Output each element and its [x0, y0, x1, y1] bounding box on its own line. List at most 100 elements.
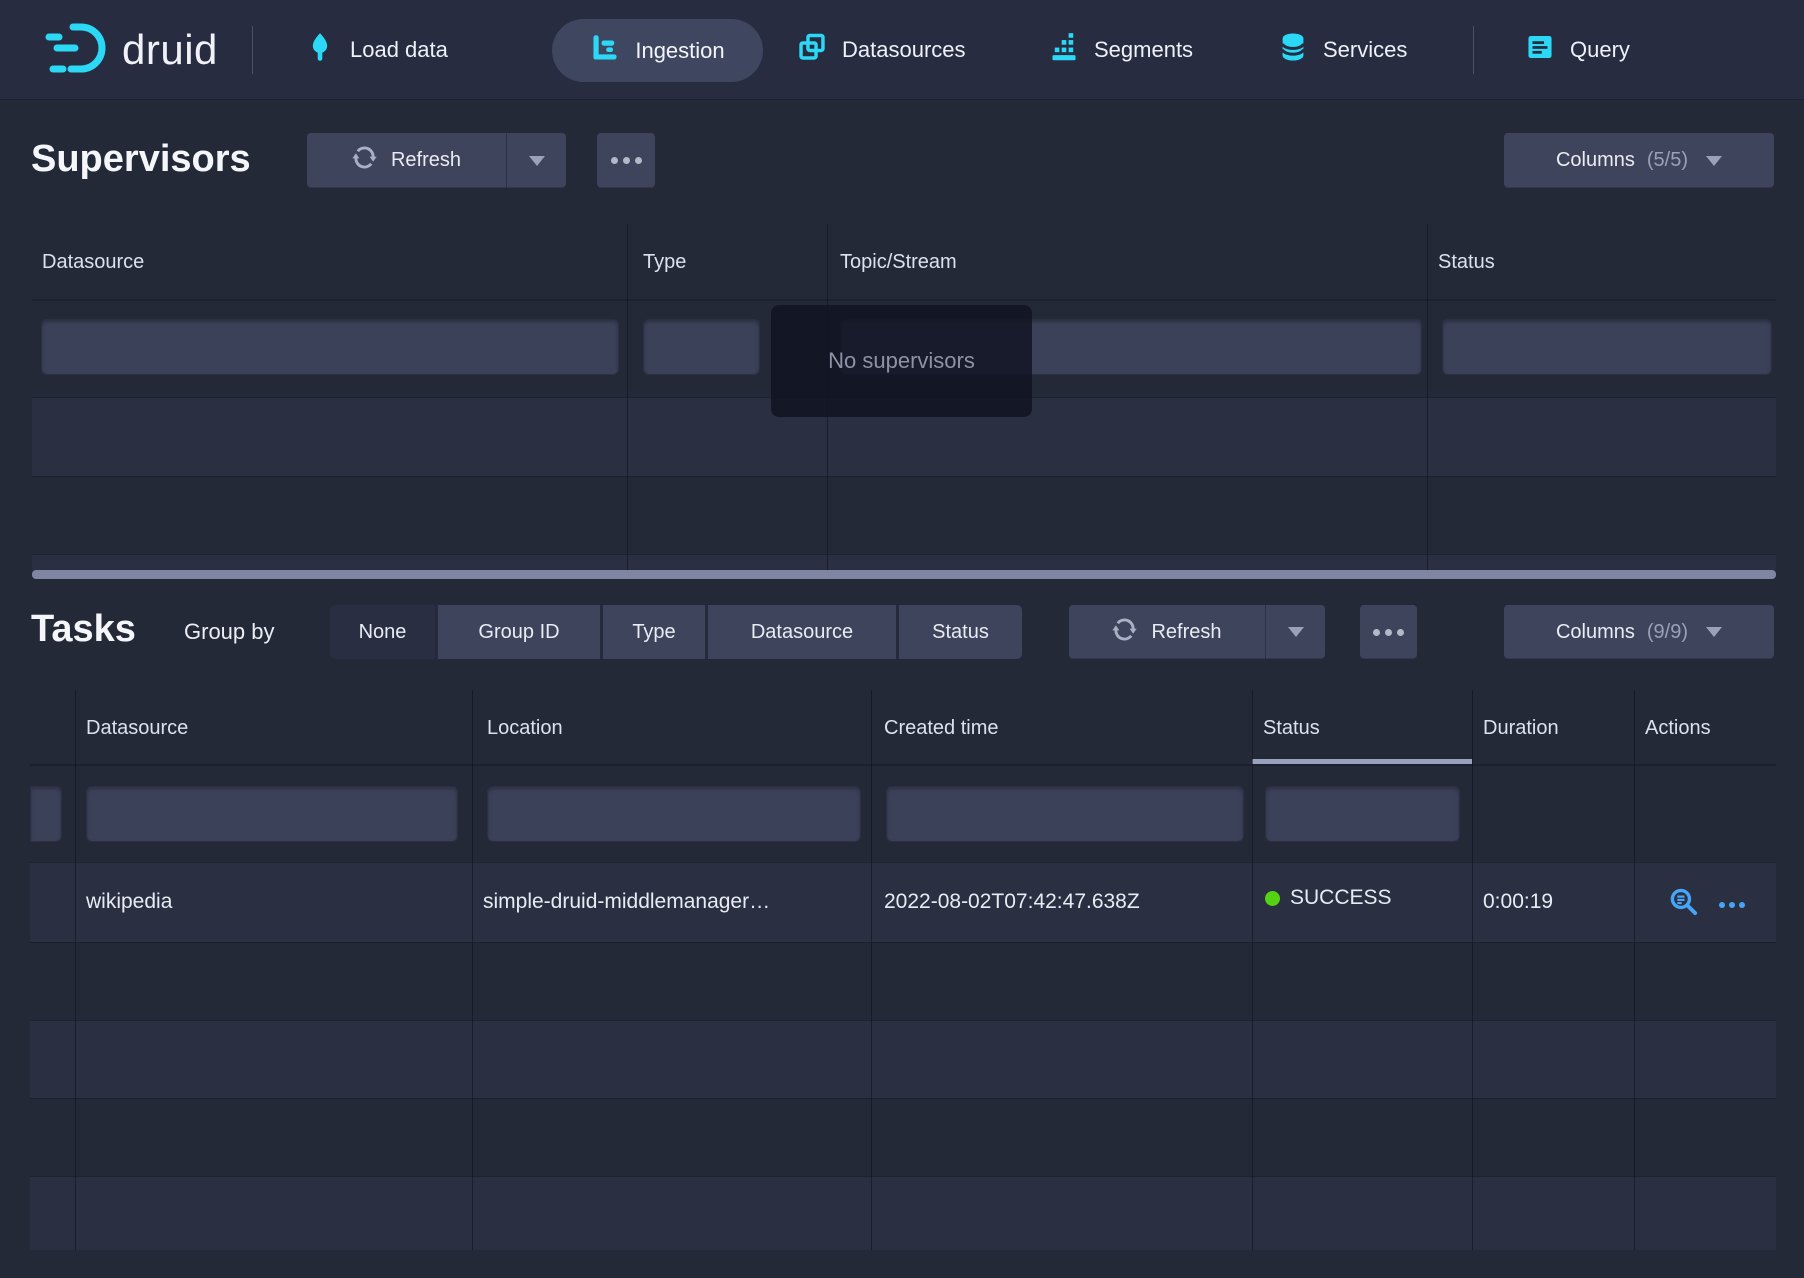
nav-item-datasources[interactable]: Datasources: [797, 0, 966, 100]
tasks-columns-button[interactable]: Columns (9/9): [1504, 605, 1774, 659]
brand-wordmark: druid: [122, 26, 218, 74]
row-divider: [30, 1176, 1776, 1177]
task-cell-duration[interactable]: 0:00:19: [1483, 890, 1553, 914]
chevron-down-icon: [1706, 156, 1722, 166]
supervisors-columns-button[interactable]: Columns (5/5): [1504, 133, 1774, 188]
no-supervisors-overlay: No supervisors: [771, 305, 1032, 417]
tasks-refresh-button[interactable]: Refresh: [1069, 605, 1265, 659]
table-row: [30, 1020, 1776, 1098]
group-by-datasource-button[interactable]: Datasource: [708, 605, 899, 659]
supervisors-table: Datasource Type Topic/Stream Status No s…: [32, 224, 1776, 580]
column-divider: [871, 690, 872, 1250]
column-header-topic-stream[interactable]: Topic/Stream: [840, 251, 957, 274]
header-divider: [32, 299, 1776, 301]
tasks-refresh-dropdown-button[interactable]: [1265, 605, 1325, 659]
column-divider: [75, 690, 76, 1250]
druid-logo[interactable]: druid: [43, 0, 218, 100]
filter-input-datasource[interactable]: [86, 786, 458, 842]
more-icon: [611, 157, 642, 164]
filter-input-created-time[interactable]: [886, 786, 1244, 842]
column-header-status[interactable]: Status: [1263, 717, 1320, 740]
column-header-location[interactable]: Location: [487, 717, 563, 740]
row-divider: [32, 554, 1776, 555]
supervisors-title: Supervisors: [31, 138, 251, 181]
nav-item-label: Load data: [350, 37, 448, 63]
druid-logo-icon: [43, 19, 109, 82]
header-divider: [30, 764, 1776, 766]
filter-input-location[interactable]: [487, 786, 861, 842]
filter-input-task-id-clipped[interactable]: [30, 786, 62, 842]
row-divider: [30, 862, 1776, 863]
group-by-type-button[interactable]: Type: [603, 605, 708, 659]
column-header-status[interactable]: Status: [1438, 251, 1495, 274]
group-by-group-id-button[interactable]: Group ID: [438, 605, 603, 659]
group-by-none-button[interactable]: None: [330, 605, 438, 659]
tasks-table: Datasource Location Created time Status …: [30, 690, 1776, 1250]
tasks-more-button[interactable]: [1360, 605, 1417, 659]
supervisors-refresh-button[interactable]: Refresh: [307, 133, 506, 188]
column-divider: [472, 690, 473, 1250]
column-divider: [1634, 690, 1635, 1250]
task-actions-more-icon[interactable]: [1719, 902, 1745, 908]
filter-input-status[interactable]: [1265, 786, 1460, 842]
task-cell-datasource[interactable]: wikipedia: [86, 890, 172, 914]
nav-item-services[interactable]: Services: [1278, 0, 1407, 100]
nav-item-query[interactable]: Query: [1525, 0, 1630, 100]
task-cell-location[interactable]: simple-druid-middlemanager…: [483, 890, 770, 914]
status-label: SUCCESS: [1290, 886, 1392, 910]
nav-item-label: Datasources: [842, 37, 966, 63]
task-cell-created-time[interactable]: 2022-08-02T07:42:47.638Z: [884, 890, 1140, 914]
task-cell-status[interactable]: SUCCESS: [1265, 886, 1392, 910]
nav-item-label: Services: [1323, 37, 1407, 63]
nav-item-ingestion[interactable]: Ingestion: [552, 19, 763, 82]
column-header-actions[interactable]: Actions: [1645, 717, 1711, 740]
tasks-refresh-split-button: Refresh: [1069, 605, 1325, 659]
group-by-status-button[interactable]: Status: [899, 605, 1022, 659]
column-divider: [1472, 690, 1473, 1250]
chevron-down-icon: [1706, 627, 1722, 637]
horizontal-scrollbar[interactable]: [32, 570, 1776, 579]
columns-count: (9/9): [1647, 621, 1688, 644]
column-header-type[interactable]: Type: [643, 251, 686, 274]
columns-button-label: Columns: [1556, 621, 1635, 644]
row-divider: [30, 942, 1776, 943]
group-by-label: Group by: [184, 619, 275, 645]
column-header-datasource[interactable]: Datasource: [42, 251, 144, 274]
supervisors-refresh-dropdown-button[interactable]: [506, 133, 566, 188]
nav-item-label: Ingestion: [635, 38, 724, 64]
refresh-button-label: Refresh: [1151, 621, 1221, 644]
table-row: [32, 554, 1776, 570]
column-header-datasource[interactable]: Datasource: [86, 717, 188, 740]
row-divider: [32, 476, 1776, 477]
supervisors-more-button[interactable]: [597, 133, 655, 188]
filter-input-datasource[interactable]: [41, 319, 619, 375]
nav-item-label: Segments: [1094, 37, 1193, 63]
filter-input-status[interactable]: [1442, 319, 1772, 375]
table-row: [30, 1176, 1776, 1250]
nav-item-load-data[interactable]: Load data: [305, 0, 448, 100]
columns-count: (5/5): [1647, 149, 1688, 172]
success-status-icon: [1265, 891, 1280, 906]
datasources-icon: [797, 32, 827, 68]
nav-item-segments[interactable]: Segments: [1049, 0, 1193, 100]
task-cell-actions: [1668, 886, 1745, 923]
nav-divider: [1473, 26, 1474, 74]
task-detail-magnifier-icon[interactable]: [1668, 886, 1699, 923]
tasks-title: Tasks: [31, 608, 136, 651]
row-divider: [30, 1020, 1776, 1021]
segments-icon: [1049, 32, 1079, 68]
ingestion-icon: [590, 33, 620, 69]
top-navigation: druid Load data Ingestion: [0, 0, 1804, 100]
more-icon: [1373, 629, 1404, 636]
column-divider: [1252, 690, 1253, 1250]
chevron-down-icon: [529, 156, 545, 166]
group-by-button-group: None Group ID Type Datasource Status: [330, 605, 1022, 659]
chevron-down-icon: [1288, 627, 1304, 637]
refresh-icon: [352, 145, 377, 176]
column-header-created-time[interactable]: Created time: [884, 717, 999, 740]
filter-input-type[interactable]: [643, 319, 760, 375]
empty-message: No supervisors: [828, 348, 975, 374]
services-icon: [1278, 32, 1308, 68]
nav-divider: [252, 26, 253, 74]
column-header-duration[interactable]: Duration: [1483, 717, 1559, 740]
